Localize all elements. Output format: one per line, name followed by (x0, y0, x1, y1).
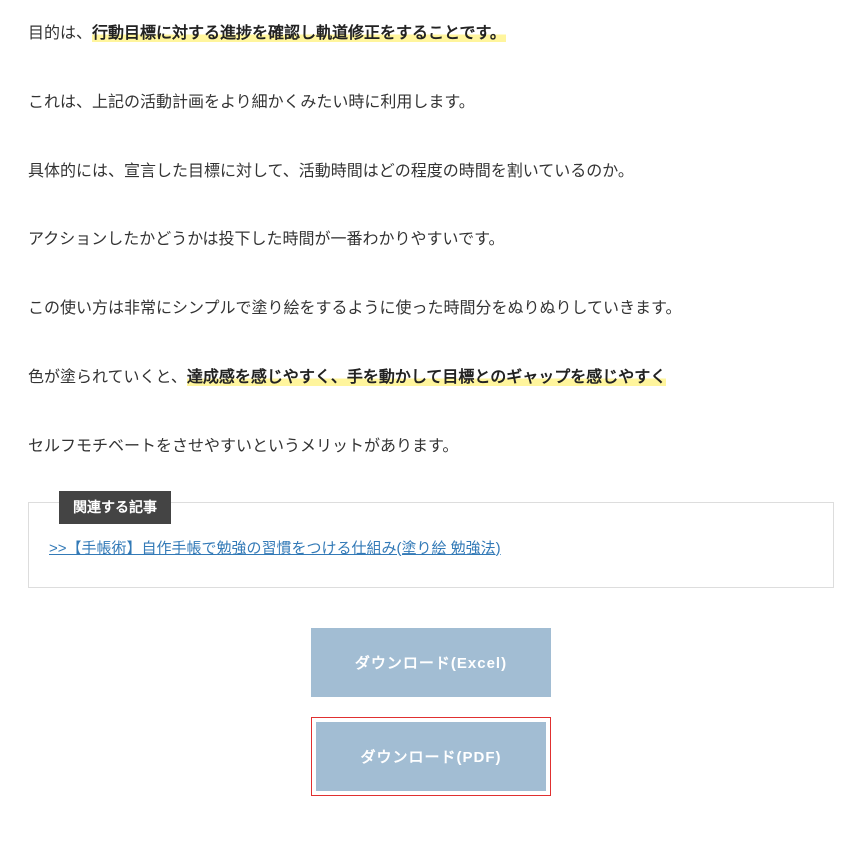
download-pdf-button[interactable]: ダウンロード(PDF) (316, 722, 546, 791)
paragraph-purpose: 目的は、行動目標に対する進捗を確認し軌道修正をすることです。 (28, 20, 834, 49)
related-title: 関連する記事 (59, 491, 171, 524)
paragraph-2: これは、上記の活動計画をより細かくみたい時に利用します。 (28, 89, 834, 118)
pdf-highlight-frame: ダウンロード(PDF) (311, 717, 551, 796)
text-pre: 色が塗られていくと、 (28, 369, 187, 386)
paragraph-3: 具体的には、宣言した目標に対して、活動時間はどの程度の時間を割いているのか。 (28, 158, 834, 187)
paragraph-4: アクションしたかどうかは投下した時間が一番わかりやすいです。 (28, 226, 834, 255)
download-excel-button[interactable]: ダウンロード(Excel) (311, 628, 551, 697)
download-pdf-row: ダウンロード(PDF) (28, 717, 834, 796)
paragraph-5: この使い方は非常にシンプルで塗り絵をするように使った時間分をぬりぬりしていきます… (28, 295, 834, 324)
text-pre: 目的は、 (28, 25, 92, 42)
text-highlight: 行動目標に対する進捗を確認し軌道修正をすることです。 (92, 25, 506, 42)
related-link[interactable]: >>【手帳術】自作手帳で勉強の習慣をつける仕組み(塗り絵 勉強法) (49, 540, 501, 557)
related-articles-box: 関連する記事 >>【手帳術】自作手帳で勉強の習慣をつける仕組み(塗り絵 勉強法) (28, 502, 834, 589)
paragraph-6: 色が塗られていくと、達成感を感じやすく、手を動かして目標とのギャップを感じやすく (28, 364, 834, 393)
download-excel-row: ダウンロード(Excel) (28, 628, 834, 697)
paragraph-7: セルフモチベートをさせやすいというメリットがあります。 (28, 433, 834, 462)
text-highlight: 達成感を感じやすく、手を動かして目標とのギャップを感じやすく (187, 369, 666, 386)
